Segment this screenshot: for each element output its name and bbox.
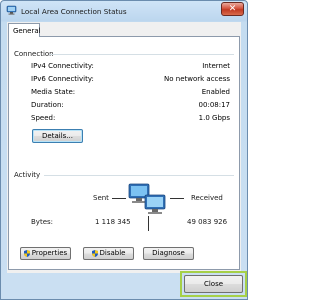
disable-button-label: Disable [99, 249, 126, 257]
media-state-value: Enabled [201, 88, 230, 96]
received-line [170, 198, 184, 199]
duration-value: 00:08:17 [198, 101, 230, 109]
disable-button[interactable]: Disable [83, 247, 134, 260]
tab-general[interactable]: General [8, 23, 41, 37]
properties-button-label: Properties [31, 249, 68, 257]
sent-label: Sent [93, 194, 109, 202]
ipv6-label: IPv6 Connectivity: [31, 75, 94, 83]
media-state-label: Media State: [31, 88, 76, 96]
properties-button[interactable]: Properties [20, 247, 71, 260]
activity-separator [148, 216, 149, 231]
sent-line [112, 198, 126, 199]
status-window: Local Area Connection Status ✕ General C… [0, 0, 248, 300]
window-close-button[interactable]: ✕ [221, 2, 244, 16]
network-computers-icon [128, 183, 166, 214]
title-bar[interactable]: Local Area Connection Status ✕ [1, 1, 247, 21]
details-button[interactable]: Details... [32, 129, 83, 143]
window-title: Local Area Connection Status [21, 7, 127, 16]
connection-heading: Connection [14, 50, 54, 58]
close-button-highlight [180, 271, 247, 297]
connection-divider [49, 54, 234, 55]
speed-label: Speed: [31, 114, 56, 122]
received-label: Received [191, 194, 223, 202]
bytes-label: Bytes: [31, 218, 54, 226]
bytes-sent-value: 1 118 345 [95, 218, 131, 226]
speed-value: 1.0 Gbps [198, 114, 230, 122]
duration-label: Duration: [31, 101, 64, 109]
ipv6-value: No network access [164, 75, 230, 83]
general-panel: Connection IPv4 Connectivity: Internet I… [8, 36, 240, 270]
bytes-received-value: 49 083 926 [187, 218, 228, 226]
tab-general-label: General [13, 27, 41, 35]
diagnose-button[interactable]: Diagnose [143, 247, 194, 260]
uac-shield-icon [91, 249, 98, 257]
activity-divider [44, 175, 234, 176]
uac-shield-icon [23, 249, 30, 257]
ipv4-label: IPv4 Connectivity: [31, 62, 94, 70]
close-icon: ✕ [228, 4, 237, 14]
network-icon [6, 5, 17, 15]
ipv4-value: Internet [202, 62, 230, 70]
activity-heading: Activity [14, 171, 41, 179]
